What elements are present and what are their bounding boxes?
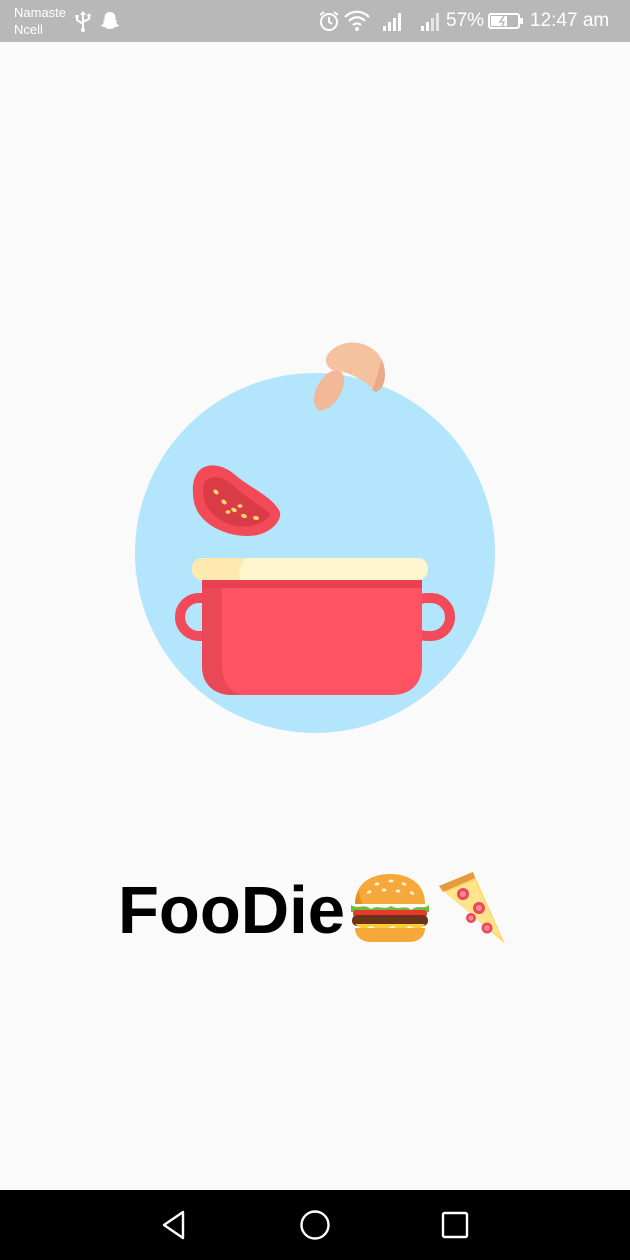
recents-icon — [441, 1211, 469, 1239]
navigation-bar — [0, 1190, 630, 1260]
wifi-icon — [344, 10, 370, 37]
back-icon — [162, 1210, 185, 1240]
back-button[interactable] — [159, 1209, 191, 1241]
pot-icon — [175, 558, 455, 695]
carrier-name: Namaste — [14, 5, 67, 20]
cooking-pot-illustration — [110, 330, 530, 750]
recents-button[interactable] — [439, 1209, 471, 1241]
battery-icon — [488, 11, 524, 36]
home-icon — [300, 1210, 330, 1240]
pizza-emoji-icon — [435, 868, 509, 953]
signal-icon — [420, 10, 442, 37]
alarm-icon — [318, 10, 340, 37]
signal-icon — [382, 10, 404, 37]
clock: 12:47 am — [530, 10, 610, 31]
app-title: FooDie — [118, 868, 509, 952]
home-button[interactable] — [299, 1209, 331, 1241]
network-name: Ncell — [14, 22, 43, 37]
usb-icon — [74, 10, 92, 37]
battery-percent: 57% — [446, 10, 485, 31]
snapchat-icon — [100, 10, 120, 37]
status-bar: Namaste Ncell 57% 12:47 am — [0, 0, 630, 42]
app-name: FooDie — [118, 872, 346, 948]
carrier-info: Namaste Ncell — [14, 4, 66, 38]
hamburger-emoji-icon — [349, 872, 431, 949]
